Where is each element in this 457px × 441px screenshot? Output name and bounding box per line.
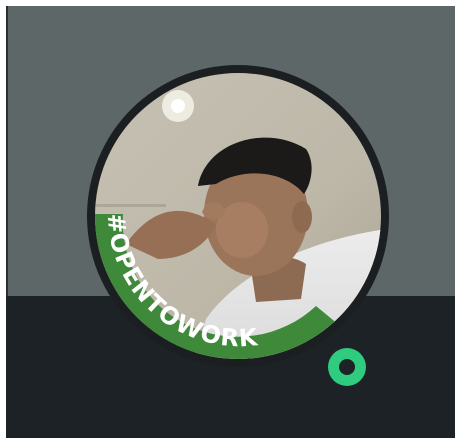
profile-photo[interactable]: #OPENTOWORK (66, 54, 410, 392)
avatar[interactable]: #OPENTOWORK (66, 54, 410, 380)
profile-header: #OPENTOWORK (6, 6, 455, 438)
cover-edge (6, 6, 8, 296)
status-center (339, 359, 355, 375)
online-status-icon (322, 342, 372, 392)
